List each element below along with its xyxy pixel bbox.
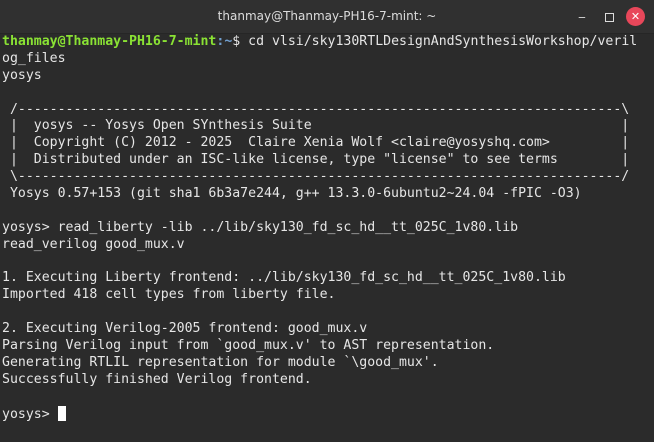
prompt-user-host: thanmay@Thanmay-PH16-7-mint [2,34,217,49]
output-line: | yosys -- Yosys Open SYnthesis Suite | [2,118,630,134]
terminal-window: thanmay@Thanmay-PH16-7-mint: ~ ‒ ✕ thanm… [0,0,654,442]
output-lines: yosys /---------------------------------… [2,68,654,406]
maximize-icon [604,12,614,22]
yosys-prompt-line[interactable]: yosys> [2,405,654,423]
close-button[interactable]: ✕ [626,7,645,26]
output-line: yosys> read_liberty -lib ../lib/sky130_f… [2,219,519,235]
shell-command: cd vlsi/sky130RTLDesignAndSynthesisWorks… [248,34,638,49]
output-line: Yosys 0.57+153 (git sha1 6b3a7e244, g++ … [2,186,582,202]
shell-prompt-line: thanmay@Thanmay-PH16-7-mint:~$ cd vlsi/s… [2,34,654,51]
prompt-path: :~ [216,34,233,49]
maximize-button[interactable] [599,7,619,27]
output-line: \---------------------------------------… [2,169,630,185]
shell-command-wrap: og_files [2,50,66,66]
text-cursor [57,405,66,421]
output-line: Generating RTLIL representation for modu… [2,354,439,370]
close-icon: ✕ [630,10,641,23]
terminal-output[interactable]: thanmay@Thanmay-PH16-7-mint:~$ cd vlsi/s… [2,33,654,442]
output-line: /---------------------------------------… [2,101,630,117]
output-line: | Distributed under an ISC-like license,… [2,152,630,168]
prompt-symbol: $ [232,34,249,49]
output-line: | Copyright (C) 2012 - 2025 Claire Xenia… [2,135,630,151]
yosys-prompt: yosys> [2,406,58,422]
output-line: read_verilog good_mux.v [2,236,185,252]
output-line: Parsing Verilog input from `good_mux.v' … [2,338,495,354]
title-bar[interactable]: thanmay@Thanmay-PH16-7-mint: ~ ‒ ✕ [0,0,654,34]
output-line: 1. Executing Liberty frontend: ../lib/sk… [2,270,566,286]
output-line: Successfully finished Verilog frontend. [2,371,312,387]
minimize-button[interactable]: ‒ [572,7,592,27]
output-line: 2. Executing Verilog-2005 frontend: good… [2,321,368,337]
output-line: Imported 418 cell types from liberty fil… [2,287,336,303]
window-title: thanmay@Thanmay-PH16-7-mint: ~ [217,9,437,23]
minimize-icon: ‒ [578,10,586,24]
output-line: yosys [2,67,42,83]
